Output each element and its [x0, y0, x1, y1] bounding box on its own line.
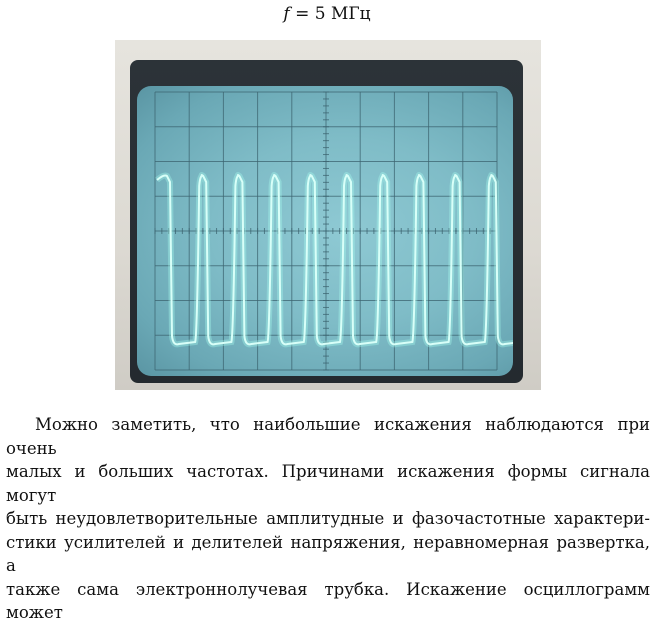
- paragraph-line: Можно заметить, что наибольшие искажения…: [6, 415, 650, 458]
- frequency-value: = 5 МГц: [289, 4, 371, 24]
- paragraph-line: также сама электроннолучевая трубка. Иск…: [6, 579, 650, 623]
- oscilloscope-screen: [137, 86, 513, 376]
- paragraph-line: стики усилителей и делителей напряжения,…: [6, 532, 650, 576]
- paragraph-line: быть неудовлетворительные амплитудные и …: [6, 509, 650, 528]
- oscillogram: [154, 91, 513, 371]
- paragraph-line: малых и больших частотах. Причинами иска…: [6, 462, 650, 505]
- body-paragraph: Можно заметить, что наибольшие искажения…: [6, 413, 650, 625]
- figure-caption: f = 5 МГц: [0, 2, 654, 26]
- oscilloscope-photo: [115, 40, 541, 390]
